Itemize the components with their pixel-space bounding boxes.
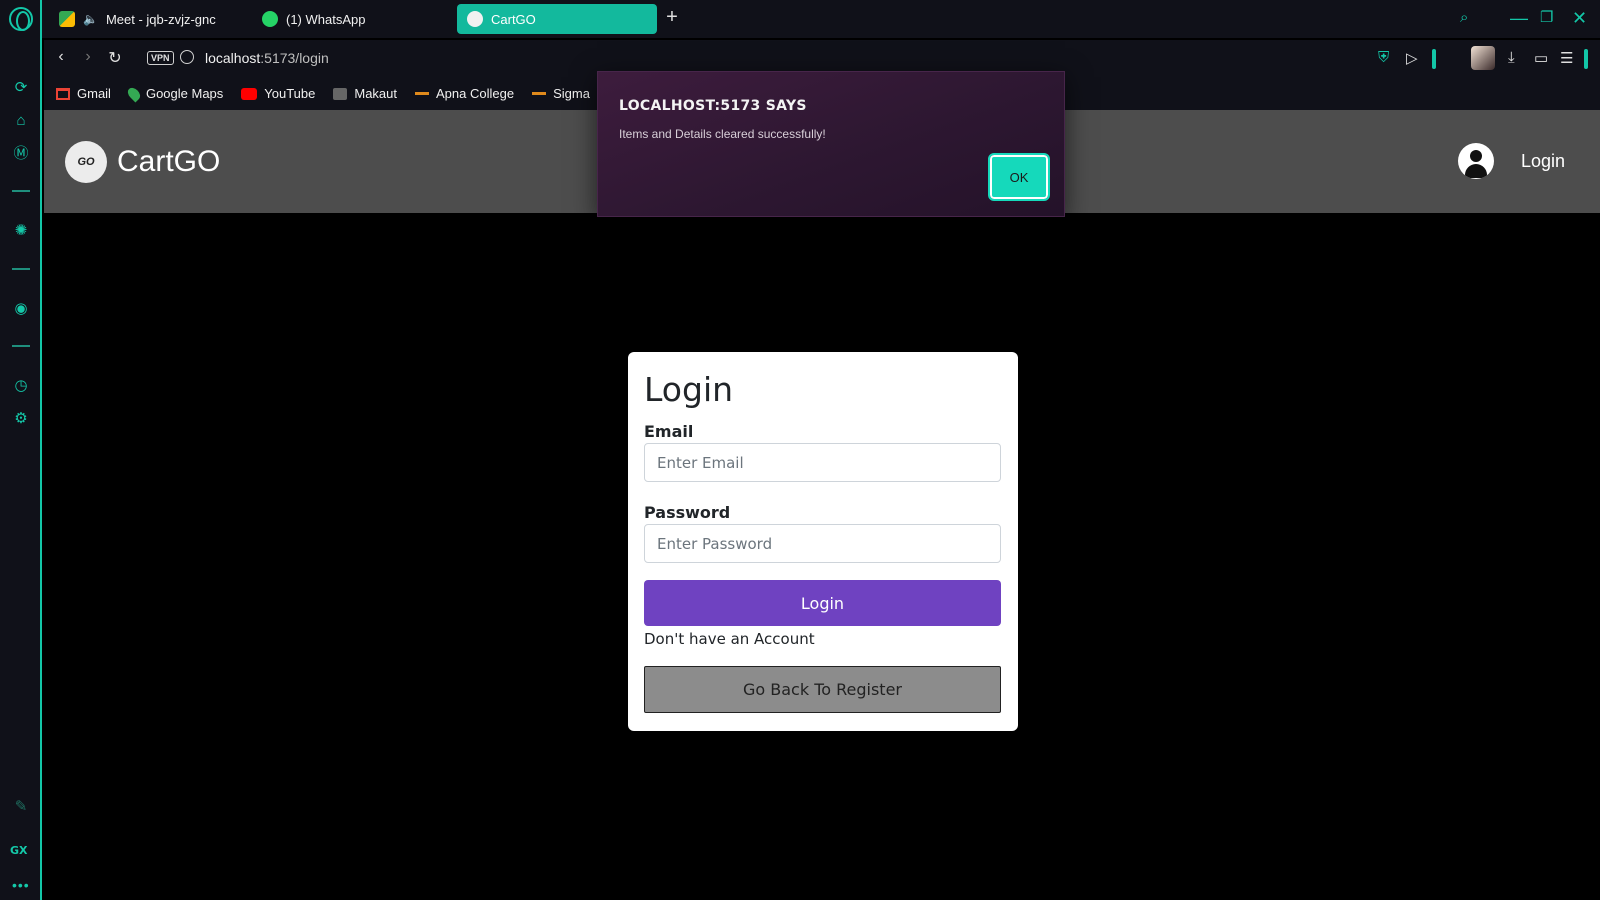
bookmark-apna-college[interactable]: Apna College: [415, 86, 514, 101]
chatgpt-icon[interactable]: ✺: [11, 221, 31, 241]
google-maps-icon: [125, 85, 143, 102]
password-field[interactable]: [644, 524, 1001, 563]
url-path: :5173/login: [260, 50, 329, 66]
battery-saver-icon[interactable]: ▭: [1534, 49, 1548, 67]
bookmark-label: Makaut: [354, 86, 398, 101]
url-field[interactable]: localhost:5173/login: [205, 50, 329, 66]
send-arrow-icon[interactable]: ▷: [1406, 49, 1418, 67]
bookmark-label: Sigma: [553, 86, 590, 101]
bookmark-youtube[interactable]: YouTube: [241, 86, 315, 101]
bookmark-google-maps[interactable]: Google Maps: [125, 85, 224, 102]
gx-control-icon[interactable]: ⟳: [11, 78, 31, 98]
gx-label[interactable]: GX: [10, 844, 28, 857]
gx-corner-icon[interactable]: ⌂: [11, 111, 31, 131]
youtube-icon: [241, 87, 258, 100]
bookmark-sigma[interactable]: Sigma: [532, 86, 590, 101]
makaut-icon: [333, 87, 348, 100]
download-icon[interactable]: ⤓: [1508, 49, 1515, 66]
login-submit-button[interactable]: Login: [644, 580, 1001, 626]
login-title: Login: [644, 370, 734, 409]
opera-gx-logo-icon[interactable]: [9, 7, 33, 31]
alert-dialog: LOCALHOST:5173 SAYS Items and Details cl…: [597, 71, 1065, 217]
tab-search-icon[interactable]: ⌕: [1460, 8, 1468, 28]
whatsapp-icon: [262, 11, 278, 27]
user-body-shape: [1465, 164, 1487, 178]
gmail-icon: [56, 87, 70, 100]
brand-name[interactable]: CartGO: [117, 145, 220, 179]
forward-arrow-icon[interactable]: ›: [78, 48, 98, 66]
back-arrow-icon[interactable]: ‹: [51, 48, 71, 66]
apna-college-icon: [415, 92, 430, 95]
profile-avatar[interactable]: [1471, 46, 1495, 70]
tab-label: (1) WhatsApp: [286, 11, 366, 27]
bookmark-label: YouTube: [264, 86, 316, 101]
user-head-shape: [1470, 150, 1482, 162]
new-tab-plus-icon[interactable]: +: [662, 7, 682, 28]
login-card: Login Email Password Login Don't have an…: [628, 352, 1018, 731]
vpn-badge[interactable]: VPN: [147, 51, 174, 65]
history-clock-icon[interactable]: ◷: [11, 376, 31, 396]
settings-gear-icon[interactable]: ⚙: [11, 409, 31, 429]
tab-label: Meet - jqb-zvjz-gnc: [105, 11, 216, 27]
header-login-link[interactable]: Login: [1521, 151, 1565, 172]
tab-whatsapp[interactable]: (1) WhatsApp: [252, 4, 375, 34]
google-meet-icon: [59, 11, 75, 27]
bookmark-label: Gmail: [77, 86, 111, 101]
go-back-to-register-button[interactable]: Go Back To Register: [644, 666, 1001, 713]
spotify-icon[interactable]: ◉: [11, 299, 31, 319]
more-dots-icon[interactable]: •••: [12, 877, 30, 893]
toolbar-accent-divider: [1584, 49, 1588, 69]
sidebar-divider: [12, 268, 30, 270]
pin-icon[interactable]: ✎: [11, 797, 31, 817]
url-host: localhost: [205, 50, 261, 66]
email-field[interactable]: [644, 443, 1001, 482]
browser-sidebar: ⟳ ⌂ Ⓜ ✺ ◉ ◷ ⚙ ✎ GX •••: [0, 0, 42, 900]
messenger-m-icon[interactable]: Ⓜ: [11, 144, 31, 164]
cartgo-logo-icon[interactable]: GO: [65, 141, 107, 183]
site-info-globe-icon[interactable]: [180, 50, 194, 64]
sidebar-divider: [12, 345, 30, 347]
speaker-icon[interactable]: 🔈: [83, 12, 98, 26]
password-label: Password: [644, 503, 731, 522]
tab-strip: 🔈 Meet - jqb-zvjz-gnc (1) WhatsApp CartG…: [42, 0, 1600, 38]
sidebar-divider: [12, 190, 30, 192]
alert-title: LOCALHOST:5173 SAYS: [619, 98, 807, 114]
sigma-icon: [532, 92, 547, 95]
alert-ok-button[interactable]: OK: [988, 153, 1050, 201]
bookmark-label: Apna College: [436, 86, 515, 101]
cartgo-favicon-icon: [467, 11, 483, 27]
shield-check-icon[interactable]: ⛨: [1378, 49, 1389, 66]
easy-setup-menu-icon[interactable]: ☰: [1560, 49, 1573, 67]
minimize-icon[interactable]: —: [1510, 8, 1528, 28]
toolbar-accent-divider: [1432, 49, 1436, 69]
user-account-icon[interactable]: [1458, 143, 1494, 179]
email-label: Email: [644, 422, 694, 441]
close-icon[interactable]: ✕: [1572, 8, 1587, 28]
tab-meet[interactable]: 🔈 Meet - jqb-zvjz-gnc: [49, 4, 226, 34]
bookmark-label: Google Maps: [145, 86, 224, 101]
no-account-text: Don't have an Account: [644, 630, 815, 648]
bookmark-makaut[interactable]: Makaut: [333, 86, 397, 101]
restore-icon[interactable]: ❐: [1540, 8, 1553, 28]
bookmark-gmail[interactable]: Gmail: [56, 86, 111, 101]
alert-message: Items and Details cleared successfully!: [619, 127, 826, 141]
reload-icon[interactable]: ↻: [105, 48, 125, 68]
tab-cartgo[interactable]: CartGO: [457, 4, 657, 34]
tab-label: CartGO: [491, 11, 536, 27]
